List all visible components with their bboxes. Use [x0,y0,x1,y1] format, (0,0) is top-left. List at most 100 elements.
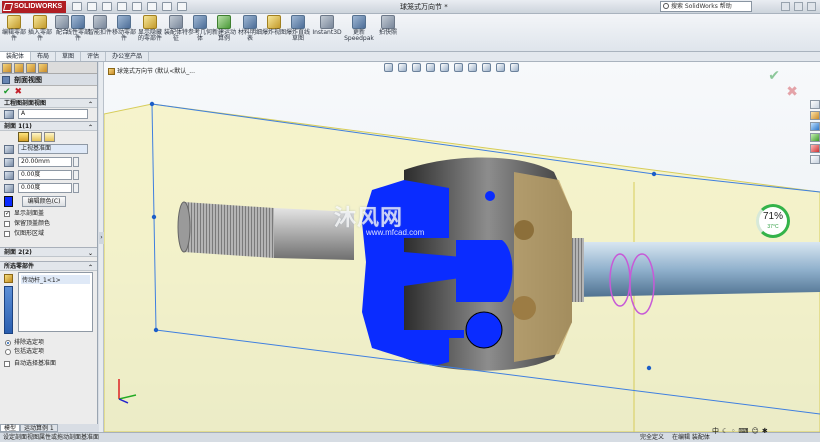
undo-icon[interactable] [132,2,142,11]
tab-motion-study[interactable]: 运动算例 1 [20,424,58,432]
select-icon[interactable] [147,2,157,11]
confirm-ok-icon[interactable]: ✔ [768,68,780,84]
configuration-manager-tab-icon[interactable] [26,63,36,73]
instant3d-button[interactable]: Instant3D [312,15,342,36]
tab-assembly[interactable]: 装配体 [0,52,32,61]
section2-group[interactable]: 剖面 2(2) ⌄ [0,247,97,257]
smart-fastener-button[interactable]: 智能扣件 [88,15,112,36]
offset-spinner[interactable] [73,157,79,167]
move-component-button[interactable]: 移动零部件 [112,15,136,42]
file-explorer-icon[interactable] [810,122,820,131]
options-icon[interactable] [177,2,187,11]
custom-properties-icon[interactable] [810,155,820,164]
minimize-button[interactable] [781,2,790,11]
reference-geometry-button[interactable]: 参考几何体 [188,15,212,42]
bbox-handle[interactable] [151,214,157,220]
ime-label[interactable]: 中 [712,426,719,436]
keyboard-icon[interactable]: ⌨ [738,426,748,436]
top-plane-icon[interactable] [31,132,42,142]
save-icon[interactable] [102,2,112,11]
model-canvas[interactable] [104,62,820,432]
radio-dot[interactable] [5,340,11,346]
graphics-area[interactable]: 球笼式万向节 (默认<默认_... ✔ ✖ 沐风网 www.mfcad.com … [104,62,820,432]
previous-view-icon[interactable] [412,63,421,72]
selected-components-list[interactable]: 传动杆_1<1> [18,272,93,332]
exclude-selected-radio[interactable]: 排除选定项 [0,338,97,347]
show-hidden-button[interactable]: 显示隐藏的零部件 [138,15,162,42]
tab-evaluate[interactable]: 评估 [81,52,107,61]
user-icon[interactable]: ☺ [752,426,759,436]
open-icon[interactable] [87,2,97,11]
angle-x-spinner[interactable] [73,170,79,180]
system-monitor-gauge[interactable]: 71% 37°C [756,204,790,238]
feature-manager-tab-icon[interactable] [2,63,12,73]
section-reference-input[interactable]: 上视基准面 [18,144,88,154]
confirm-cancel-icon[interactable]: ✖ [786,84,798,100]
ok-button[interactable]: ✔ [3,87,11,97]
bbox-handle[interactable] [149,101,155,107]
cancel-button[interactable]: ✖ [15,87,23,97]
zoom-to-fit-icon[interactable] [384,63,393,72]
scene-icon[interactable] [496,63,505,72]
display-style-icon[interactable] [454,63,463,72]
resources-icon[interactable] [810,100,820,109]
bom-button[interactable]: 材料明细表 [238,15,262,42]
maximize-button[interactable] [794,2,803,11]
radio-dot[interactable] [5,349,11,355]
tab-layout[interactable]: 布局 [31,52,57,61]
checkbox-box[interactable] [4,361,10,367]
feature-tree-root[interactable]: 球笼式万向节 (默认<默认_... [108,66,195,75]
moon-icon[interactable]: ☾ [722,426,728,436]
linear-pattern-button[interactable]: 线性零部件 [66,15,90,42]
checkbox-box[interactable] [4,221,10,227]
new-icon[interactable] [72,2,82,11]
selected-components-group[interactable]: 所选零部件 ⌃ [0,261,97,271]
view-orientation-icon[interactable] [440,63,449,72]
angle-y-spinner[interactable] [73,183,79,193]
snapshot-button[interactable]: 拍快照 [376,15,400,36]
angle-x-input[interactable]: 0.00度 [18,170,72,180]
bbox-handle[interactable] [651,171,657,177]
show-cap-checkbox[interactable]: 显示剖面盖 [0,209,97,219]
engineering-section-group[interactable]: 工程图剖面视图 ⌃ [0,98,97,108]
print-icon[interactable] [117,2,127,11]
explode-line-sketch-button[interactable]: 爆炸直线草图 [286,15,310,42]
tab-office-products[interactable]: 办公室产品 [106,52,150,61]
view-settings-icon[interactable] [510,63,519,72]
section-label-input[interactable]: A [18,109,88,119]
tab-sketch[interactable]: 草图 [56,52,82,61]
edit-component-button[interactable]: 编辑零部件 [2,15,26,42]
bbox-handle[interactable] [646,365,652,371]
punctuation-icon[interactable]: ◦ [731,426,735,436]
checkbox-box[interactable] [4,231,10,237]
appearances-icon[interactable] [810,144,820,153]
bbox-handle[interactable] [153,327,159,333]
update-speedpak-button[interactable]: 更新Speedpak [344,15,374,42]
reverse-direction-icon[interactable] [4,145,14,154]
solidworks-logo[interactable]: SOLIDWORKS [2,1,66,13]
close-button[interactable] [807,2,816,11]
design-library-icon[interactable] [810,111,820,120]
graphics-only-checkbox[interactable]: 仅图形区域 [0,229,97,239]
section1-group[interactable]: 剖面 1(1) ⌃ [0,121,97,131]
zoom-area-icon[interactable] [398,63,407,72]
checkbox-box[interactable] [4,209,10,219]
auto-select-checkbox[interactable]: 自动选择基准面 [0,359,97,369]
edit-color-button[interactable]: 编辑颜色(C) [22,196,66,207]
property-manager-tab-icon[interactable] [14,63,24,73]
front-plane-icon[interactable] [18,132,29,142]
settings-icon[interactable]: ✱ [762,426,768,436]
display-manager-tab-icon[interactable] [38,63,48,73]
include-selected-radio[interactable]: 包括选定项 [0,347,97,356]
insert-component-button[interactable]: 插入零部件 [28,15,52,42]
list-item[interactable]: 传动杆_1<1> [21,275,90,284]
keep-cap-color-checkbox[interactable]: 保留顶盖颜色 [0,219,97,229]
hide-show-icon[interactable] [468,63,477,72]
help-search-input[interactable]: 搜索 SolidWorks 帮助 [660,1,752,12]
new-motion-study-button[interactable]: 新建运动算例 [212,15,236,42]
rebuild-icon[interactable] [162,2,172,11]
angle-y-input[interactable]: 0.00度 [18,183,72,193]
exploded-view-button[interactable]: 爆炸视图 [262,15,286,36]
tab-model[interactable]: 模型 [0,424,21,432]
section-view-toggle-icon[interactable] [426,63,435,72]
